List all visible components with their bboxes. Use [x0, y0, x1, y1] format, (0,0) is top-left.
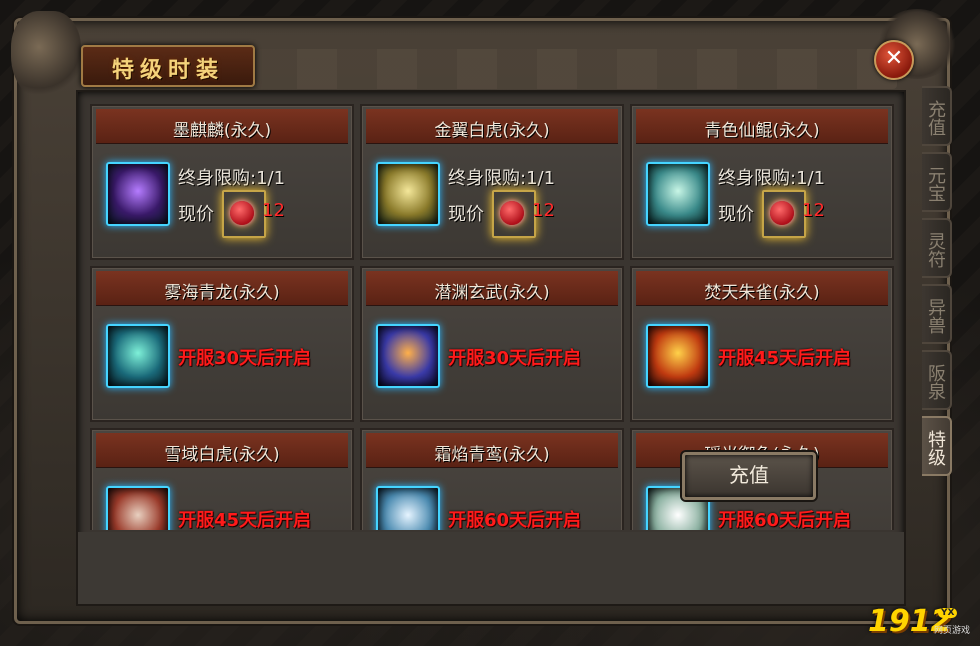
tab-banquan[interactable]: 阪泉	[922, 350, 952, 410]
recharge-button[interactable]: 充值	[682, 452, 816, 500]
unlock-condition: 开服30天后开启	[178, 348, 312, 369]
black-tortoise-icon[interactable]	[376, 324, 440, 388]
tab-lingfu[interactable]: 灵符	[922, 218, 952, 278]
frost-phoenix-icon[interactable]	[376, 486, 440, 530]
tab-yuanbao[interactable]: 元宝	[922, 152, 952, 212]
logo-subtitle: 网页游戏	[934, 626, 971, 636]
item-card[interactable]: 墨麒麟(永久) 终身限购:1/1 现价 12	[90, 104, 354, 260]
close-button[interactable]: ✕	[874, 40, 914, 80]
card-header: 青色仙鲲(永久)	[636, 109, 888, 144]
item-name: 雾海青龙(永久)	[164, 283, 280, 303]
azure-dragon-icon[interactable]	[106, 324, 170, 388]
content-panel: 墨麒麟(永久) 终身限购:1/1 现价 12 金翼白虎(永久) 终身限购:1/1…	[76, 90, 906, 606]
tab-yishou[interactable]: 异兽	[922, 284, 952, 344]
card-header: 霜焰青鸾(永久)	[366, 433, 618, 468]
card-header: 潜渊玄武(永久)	[366, 271, 618, 306]
price-label: 现价	[448, 204, 484, 225]
ruby-currency-icon	[500, 201, 524, 225]
item-card[interactable]: 潜渊玄武(永久) 开服30天后开启	[360, 266, 624, 422]
price-value: 12	[532, 200, 555, 221]
header-band	[257, 49, 897, 89]
purchase-limit: 终身限购:1/1	[448, 168, 556, 189]
price-value: 12	[262, 200, 285, 221]
ruby-currency-icon	[770, 201, 794, 225]
card-header: 金翼白虎(永久)	[366, 109, 618, 144]
item-name: 雪域白虎(永久)	[164, 445, 280, 465]
dragon-ornament-icon	[11, 11, 81, 101]
item-name: 金翼白虎(永久)	[434, 121, 550, 141]
item-card[interactable]: 雾海青龙(永久) 开服30天后开启	[90, 266, 354, 422]
footer-area	[78, 532, 904, 604]
purchase-limit: 终身限购:1/1	[178, 168, 286, 189]
item-card[interactable]: 霜焰青鸾(永久) 开服60天后开启	[360, 428, 624, 530]
item-card[interactable]: 雪域白虎(永久) 开服45天后开启	[90, 428, 354, 530]
logo-badge: YX	[938, 608, 958, 618]
tab-recharge[interactable]: 充值	[922, 86, 952, 146]
card-header: 雪域白虎(永久)	[96, 433, 348, 468]
item-name: 潜渊玄武(永久)	[434, 283, 550, 303]
price-label: 现价	[178, 204, 214, 225]
card-header: 墨麒麟(永久)	[96, 109, 348, 144]
item-name: 墨麒麟(永久)	[172, 121, 272, 141]
item-card[interactable]: 青色仙鲲(永久) 终身限购:1/1 现价 12	[630, 104, 894, 260]
item-name: 青色仙鲲(永久)	[704, 121, 820, 141]
unlock-condition: 开服60天后开启	[448, 510, 582, 530]
unlock-condition: 开服45天后开启	[178, 510, 312, 530]
item-card[interactable]: 焚天朱雀(永久) 开服45天后开启	[630, 266, 894, 422]
price-value: 12	[802, 200, 825, 221]
window-title: 特级时装	[111, 58, 224, 83]
ruby-currency-icon	[230, 201, 254, 225]
unlock-condition: 开服60天后开启	[718, 510, 852, 530]
vermilion-bird-icon[interactable]	[646, 324, 710, 388]
card-header: 雾海青龙(永久)	[96, 271, 348, 306]
purple-qilin-icon[interactable]	[106, 162, 170, 226]
snow-tiger-icon[interactable]	[106, 486, 170, 530]
item-name: 霜焰青鸾(永久)	[434, 445, 550, 465]
purchase-limit: 终身限购:1/1	[718, 168, 826, 189]
site-logo: 1912 YX 网页游戏	[868, 604, 978, 644]
item-card[interactable]: 金翼白虎(永久) 终身限购:1/1 现价 12	[360, 104, 624, 260]
item-name: 焚天朱雀(永久)	[704, 283, 820, 303]
unlock-condition: 开服30天后开启	[448, 348, 582, 369]
title-plate: 特级时装	[81, 45, 255, 87]
golden-tiger-icon[interactable]	[376, 162, 440, 226]
card-header: 焚天朱雀(永久)	[636, 271, 888, 306]
cyan-kun-icon[interactable]	[646, 162, 710, 226]
tab-special[interactable]: 特级	[922, 416, 952, 476]
unlock-condition: 开服45天后开启	[718, 348, 852, 369]
price-label: 现价	[718, 204, 754, 225]
